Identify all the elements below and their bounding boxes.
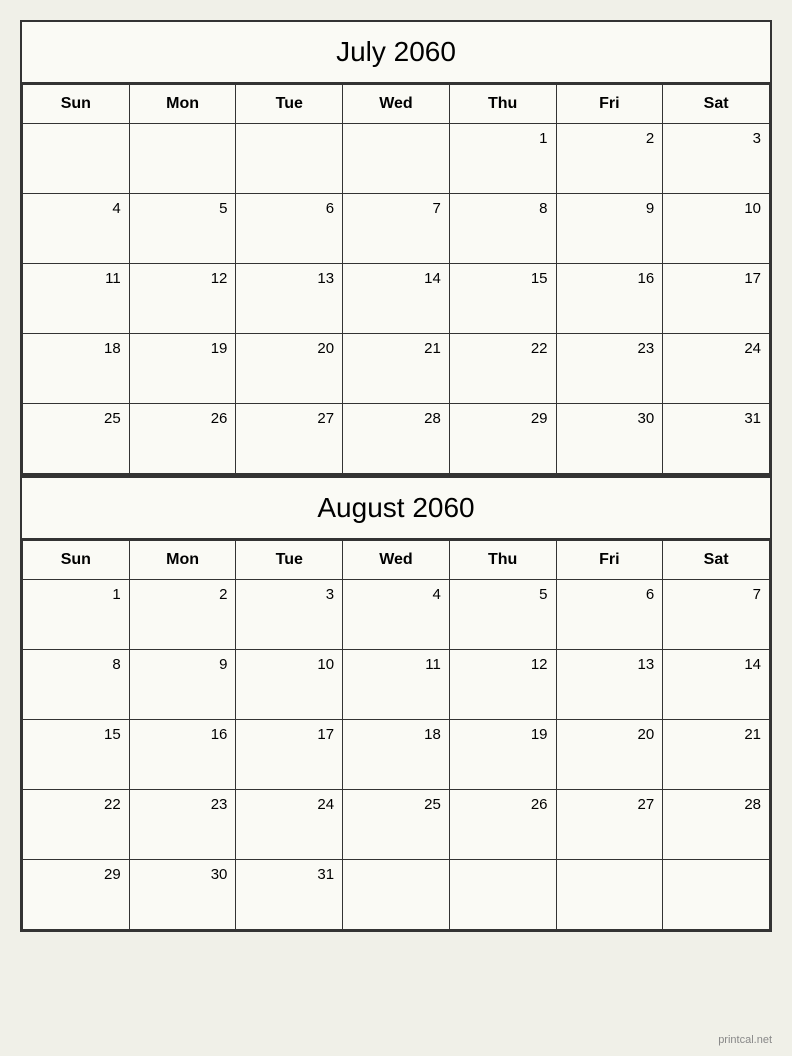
calendar-cell: 28 [663,790,770,860]
calendar-cell: 30 [556,404,663,474]
calendar-cell: 15 [449,264,556,334]
watermark-label: printcal.net [718,1034,772,1046]
day-header-wed: Wed [343,85,450,124]
calendar-cell: 19 [449,720,556,790]
calendar-cell: 13 [556,650,663,720]
calendar-cell: 2 [556,124,663,194]
calendar-cell: 11 [343,650,450,720]
day-header-sat: Sat [663,85,770,124]
calendar-cell: 12 [129,264,236,334]
calendar-cell: 5 [129,194,236,264]
calendar-cell: 23 [129,790,236,860]
calendar-cell: 24 [663,334,770,404]
calendar-cell: 5 [449,580,556,650]
calendar-cell: 26 [129,404,236,474]
calendar-cell: 30 [129,860,236,930]
calendar-cell: 21 [343,334,450,404]
day-header-fri: Fri [556,85,663,124]
calendar-cell: 4 [23,194,130,264]
calendar-cell: 11 [23,264,130,334]
calendar-cell: 17 [663,264,770,334]
calendar-cell: 9 [556,194,663,264]
calendar-cell: 13 [236,264,343,334]
calendar-cell [449,860,556,930]
calendar-cell [236,124,343,194]
calendar-cell: 20 [556,720,663,790]
calendar-cell: 25 [343,790,450,860]
calendar-cell: 18 [343,720,450,790]
calendar-cell: 10 [663,194,770,264]
calendar-cell [23,124,130,194]
day-header-fri: Fri [556,541,663,580]
calendar-cell: 31 [236,860,343,930]
calendar-cell: 29 [23,860,130,930]
calendar-cell: 12 [449,650,556,720]
calendar-cell [663,860,770,930]
calendar-cell: 28 [343,404,450,474]
calendar-cell: 6 [236,194,343,264]
calendar-cell: 21 [663,720,770,790]
calendar-cell: 25 [23,404,130,474]
calendar-cell: 1 [449,124,556,194]
calendar-cell: 27 [236,404,343,474]
day-header-thu: Thu [449,85,556,124]
calendar-cell: 22 [449,334,556,404]
calendar-cell: 23 [556,334,663,404]
calendar-cell: 2 [129,580,236,650]
calendar-cell [343,860,450,930]
calendar-cell: 14 [663,650,770,720]
day-header-wed: Wed [343,541,450,580]
calendar-cell: 29 [449,404,556,474]
calendar-cell: 7 [663,580,770,650]
calendar-cell [556,860,663,930]
calendar-cell: 16 [129,720,236,790]
calendar-cell [343,124,450,194]
day-header-sat: Sat [663,541,770,580]
day-header-mon: Mon [129,541,236,580]
calendar-cell: 14 [343,264,450,334]
calendar-august-2060: August 2060SunMonTueWedThuFriSat12345678… [20,476,772,932]
page: July 2060SunMonTueWedThuFriSat1234567891… [20,20,772,932]
day-header-sun: Sun [23,85,130,124]
day-header-sun: Sun [23,541,130,580]
calendar-cell: 19 [129,334,236,404]
calendar-july-2060: July 2060SunMonTueWedThuFriSat1234567891… [20,20,772,476]
calendar-cell: 10 [236,650,343,720]
calendar-cell: 27 [556,790,663,860]
day-header-mon: Mon [129,85,236,124]
calendar-cell: 6 [556,580,663,650]
calendar-cell: 8 [23,650,130,720]
calendar-cell: 22 [23,790,130,860]
calendar-cell: 17 [236,720,343,790]
calendar-cell: 3 [663,124,770,194]
calendar-cell: 20 [236,334,343,404]
calendar-cell: 4 [343,580,450,650]
calendar-title-july-2060: July 2060 [22,22,770,84]
calendar-cell: 8 [449,194,556,264]
calendar-cell: 7 [343,194,450,264]
calendar-cell: 26 [449,790,556,860]
day-header-thu: Thu [449,541,556,580]
calendar-cell: 1 [23,580,130,650]
calendar-cell: 16 [556,264,663,334]
calendar-cell: 24 [236,790,343,860]
calendar-cell [129,124,236,194]
calendar-title-august-2060: August 2060 [22,478,770,540]
calendar-cell: 3 [236,580,343,650]
calendar-cell: 18 [23,334,130,404]
day-header-tue: Tue [236,85,343,124]
day-header-tue: Tue [236,541,343,580]
calendar-cell: 9 [129,650,236,720]
calendar-cell: 15 [23,720,130,790]
calendar-cell: 31 [663,404,770,474]
